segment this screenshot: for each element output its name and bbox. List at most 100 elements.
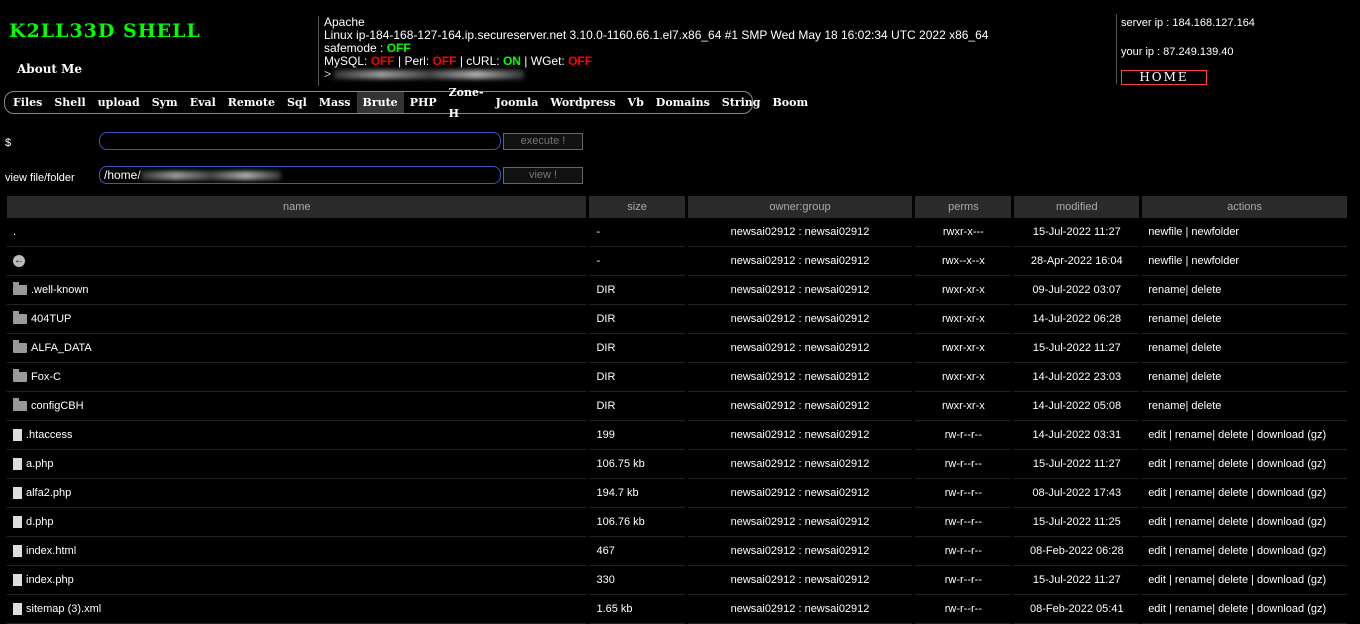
file-name[interactable]: Fox-C	[31, 371, 61, 383]
mysql-status: OFF	[370, 54, 395, 68]
owner-group: newsai02912 : newsai02912	[687, 421, 913, 450]
file-actions[interactable]: edit | rename| delete | download (gz)	[1142, 566, 1347, 595]
file-actions[interactable]: rename| delete	[1142, 305, 1347, 334]
file-actions[interactable]: rename| delete	[1142, 392, 1347, 421]
file-name-cell[interactable]: alfa2.php	[7, 479, 587, 508]
table-row[interactable]: d.php 106.76 kb newsai02912 : newsai02912 r…	[7, 508, 1347, 537]
nav-sym[interactable]: Sym	[146, 92, 184, 113]
permissions[interactable]: rw-r--r--	[915, 479, 1012, 508]
file-actions[interactable]: edit | rename| delete | download (gz)	[1142, 479, 1347, 508]
file-name[interactable]: index.php	[26, 574, 74, 586]
system-info: Apache Linux ip-184-168-127-164.ip.secur…	[318, 16, 1114, 86]
file-name-cell[interactable]: .well-known	[7, 276, 587, 305]
file-actions[interactable]: newfile | newfolder	[1142, 218, 1347, 247]
file-actions[interactable]: rename| delete	[1142, 363, 1347, 392]
permissions[interactable]: rwxr-xr-x	[915, 276, 1012, 305]
nav-joomla[interactable]: Joomla	[490, 92, 545, 113]
file-name-cell[interactable]: .htaccess	[7, 421, 587, 450]
table-row[interactable]: .well-known DIR newsai02912 : newsai02912 r…	[7, 276, 1347, 305]
permissions[interactable]: rw-r--r--	[915, 450, 1012, 479]
table-row[interactable]: ← - newsai02912 : newsai02912 rwx--x--x 28-A…	[7, 247, 1347, 276]
nav-mass[interactable]: Mass	[313, 92, 357, 113]
view-button[interactable]: view !	[503, 167, 583, 184]
back-arrow-icon[interactable]: ←	[13, 255, 25, 268]
table-row[interactable]: ALFA_DATA DIR newsai02912 : newsai02912 rwx…	[7, 334, 1347, 363]
file-name[interactable]: ALFA_DATA	[31, 342, 92, 354]
permissions[interactable]: rwxr-xr-x	[915, 334, 1012, 363]
permissions[interactable]: rw-r--r--	[915, 595, 1012, 624]
file-name-cell[interactable]: 404TUP	[7, 305, 587, 334]
execute-button[interactable]: execute !	[503, 133, 583, 150]
file-name[interactable]: index.html	[26, 545, 76, 557]
table-row[interactable]: . - newsai02912 : newsai02912 rwxr-x--- 15-J…	[7, 218, 1347, 247]
nav-files[interactable]: Files	[7, 92, 48, 113]
file-size: DIR	[589, 334, 685, 363]
file-actions[interactable]: edit | rename| delete | download (gz)	[1142, 421, 1347, 450]
permissions[interactable]: rwxr-xr-x	[915, 392, 1012, 421]
nav-brute[interactable]: Brute	[356, 92, 404, 113]
file-name-cell[interactable]: Fox-C	[7, 363, 587, 392]
file-name-cell[interactable]: sitemap (3).xml	[7, 595, 587, 624]
nav-zone-h[interactable]: Zone-H	[443, 82, 490, 124]
nav-eval[interactable]: Eval	[184, 92, 222, 113]
file-name[interactable]: .htaccess	[26, 429, 72, 441]
nav-upload[interactable]: upload	[92, 92, 146, 113]
file-actions[interactable]: newfile | newfolder	[1142, 247, 1347, 276]
nav-string[interactable]: String	[716, 92, 767, 113]
view-path-input[interactable]: /home/	[99, 166, 501, 184]
permissions[interactable]: rwxr-xr-x	[915, 305, 1012, 334]
permissions[interactable]: rw-r--r--	[915, 566, 1012, 595]
table-row[interactable]: sitemap (3).xml 1.65 kb newsai02912 : news…	[7, 595, 1347, 624]
nav-sql[interactable]: Sql	[281, 92, 313, 113]
file-name-cell[interactable]: index.html	[7, 537, 587, 566]
file-name-cell[interactable]: ←	[7, 247, 587, 276]
redacted-path	[334, 70, 525, 80]
file-size: 194.7 kb	[589, 479, 685, 508]
nav-domains[interactable]: Domains	[650, 92, 716, 113]
nav-remote[interactable]: Remote	[222, 92, 281, 113]
file-name-cell[interactable]: configCBH	[7, 392, 587, 421]
home-button[interactable]: HOME	[1121, 70, 1207, 85]
file-name[interactable]: alfa2.php	[26, 487, 71, 499]
owner-group: newsai02912 : newsai02912	[687, 305, 913, 334]
file-name-cell[interactable]: a.php	[7, 450, 587, 479]
permissions[interactable]: rw-r--r--	[915, 508, 1012, 537]
nav-vb[interactable]: Vb	[622, 92, 650, 113]
permissions[interactable]: rwx--x--x	[915, 247, 1012, 276]
permissions[interactable]: rwxr-x---	[915, 218, 1012, 247]
file-name-cell[interactable]: d.php	[7, 508, 587, 537]
file-name[interactable]: a.php	[26, 458, 54, 470]
file-name-cell[interactable]: ALFA_DATA	[7, 334, 587, 363]
file-actions[interactable]: edit | rename| delete | download (gz)	[1142, 508, 1347, 537]
table-row[interactable]: Fox-C DIR newsai02912 : newsai02912 rwxr-xr…	[7, 363, 1347, 392]
file-name[interactable]: 404TUP	[31, 313, 71, 325]
table-row[interactable]: alfa2.php 194.7 kb newsai02912 : newsai029…	[7, 479, 1347, 508]
file-actions[interactable]: edit | rename| delete | download (gz)	[1142, 595, 1347, 624]
file-actions[interactable]: rename| delete	[1142, 276, 1347, 305]
about-me-link[interactable]: About Me	[17, 62, 82, 76]
table-row[interactable]: index.html 467 newsai02912 : newsai02912 rw…	[7, 537, 1347, 566]
table-row[interactable]: a.php 106.75 kb newsai02912 : newsai02912 r…	[7, 450, 1347, 479]
nav-wordpress[interactable]: Wordpress	[544, 92, 621, 113]
file-name[interactable]: d.php	[26, 516, 54, 528]
table-row[interactable]: configCBH DIR newsai02912 : newsai02912 rwx…	[7, 392, 1347, 421]
file-actions[interactable]: edit | rename| delete | download (gz)	[1142, 450, 1347, 479]
table-row[interactable]: .htaccess 199 newsai02912 : newsai02912 rw-…	[7, 421, 1347, 450]
nav-php[interactable]: PHP	[404, 92, 443, 113]
permissions[interactable]: rw-r--r--	[915, 421, 1012, 450]
table-row[interactable]: index.php 330 newsai02912 : newsai02912 rw-…	[7, 566, 1347, 595]
file-name[interactable]: .	[13, 226, 16, 238]
permissions[interactable]: rw-r--r--	[915, 537, 1012, 566]
file-name[interactable]: configCBH	[31, 400, 84, 412]
command-input[interactable]	[99, 132, 501, 150]
nav-boom[interactable]: Boom	[767, 92, 815, 113]
table-row[interactable]: 404TUP DIR newsai02912 : newsai02912 rwxr-x…	[7, 305, 1347, 334]
file-name[interactable]: .well-known	[31, 284, 88, 296]
owner-group: newsai02912 : newsai02912	[687, 276, 913, 305]
file-name-cell[interactable]: .	[7, 218, 587, 247]
file-actions[interactable]: edit | rename| delete | download (gz)	[1142, 537, 1347, 566]
file-name-cell[interactable]: index.php	[7, 566, 587, 595]
file-actions[interactable]: rename| delete	[1142, 334, 1347, 363]
permissions[interactable]: rwxr-xr-x	[915, 363, 1012, 392]
nav-shell[interactable]: Shell	[48, 92, 91, 113]
